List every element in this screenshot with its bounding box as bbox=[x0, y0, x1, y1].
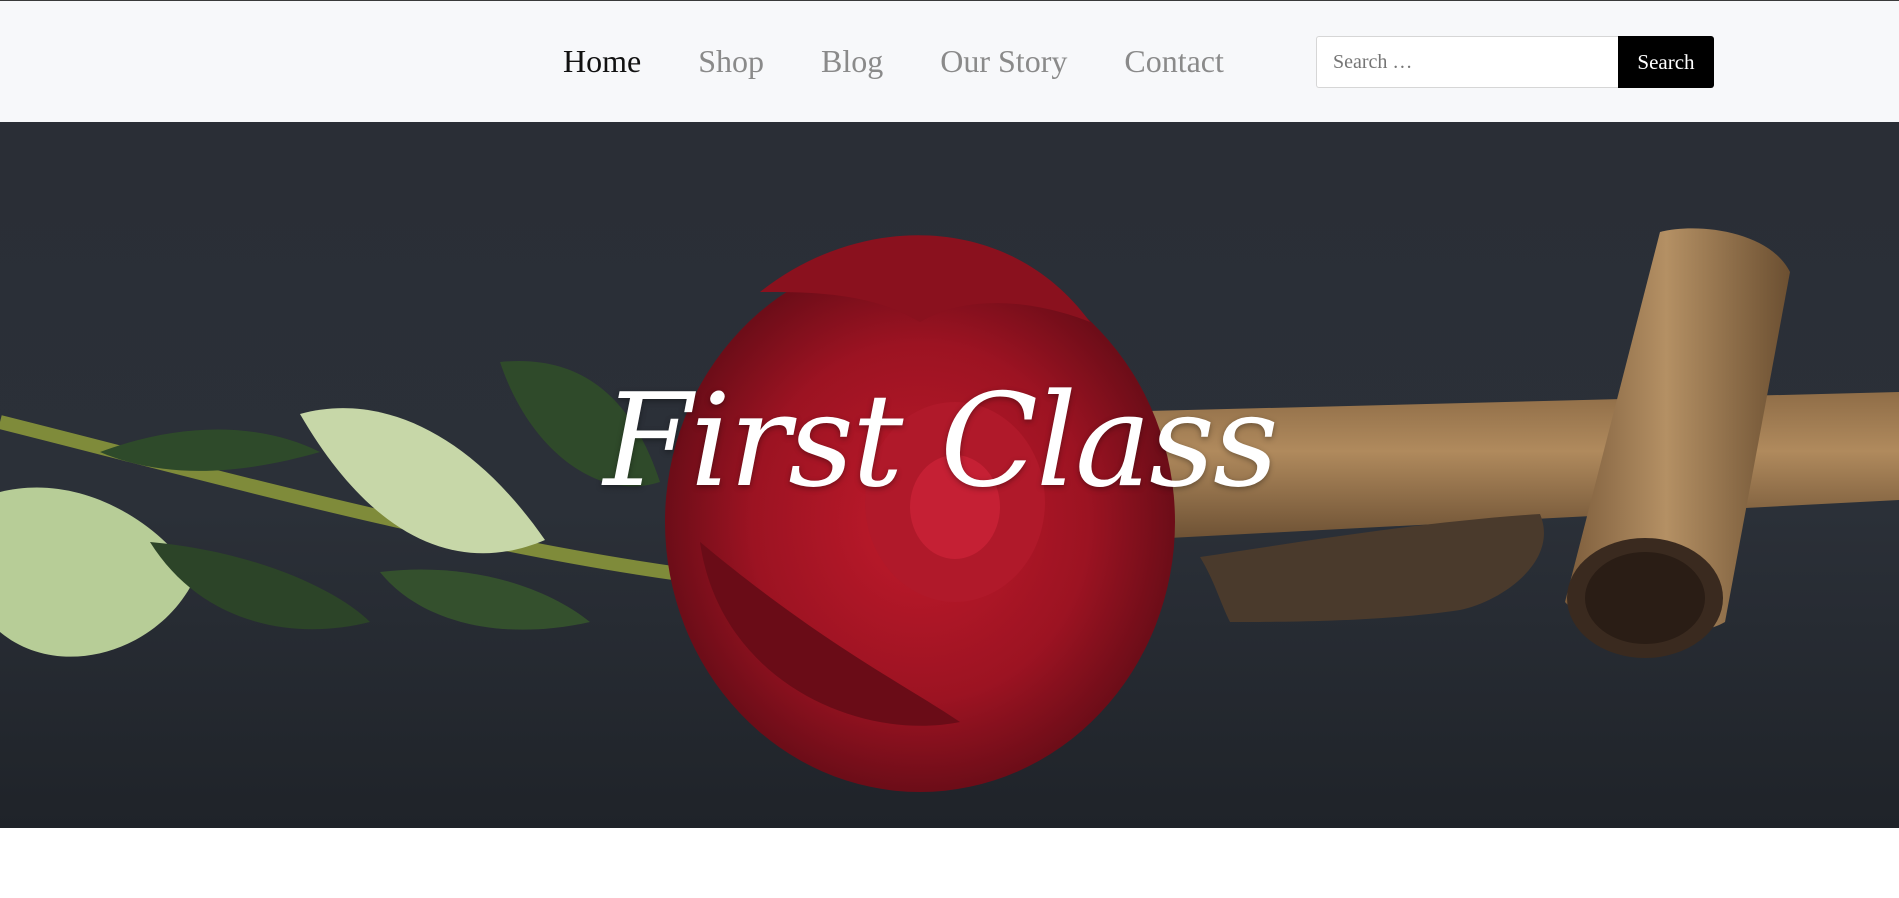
nav-our-story[interactable]: Our Story bbox=[940, 41, 1067, 81]
hero-banner: First Class bbox=[0, 122, 1899, 828]
nav-blog[interactable]: Blog bbox=[821, 41, 883, 81]
nav-contact[interactable]: Contact bbox=[1124, 41, 1224, 81]
site-header: Home Shop Blog Our Story Contact Search bbox=[0, 0, 1899, 122]
hero-title: First Class bbox=[603, 367, 1278, 516]
main-nav: Home Shop Blog Our Story Contact bbox=[563, 41, 1281, 81]
search-form: Search bbox=[1316, 36, 1714, 88]
search-button[interactable]: Search bbox=[1618, 36, 1714, 88]
nav-shop[interactable]: Shop bbox=[698, 41, 764, 81]
search-input[interactable] bbox=[1316, 36, 1618, 88]
nav-home[interactable]: Home bbox=[563, 41, 641, 81]
